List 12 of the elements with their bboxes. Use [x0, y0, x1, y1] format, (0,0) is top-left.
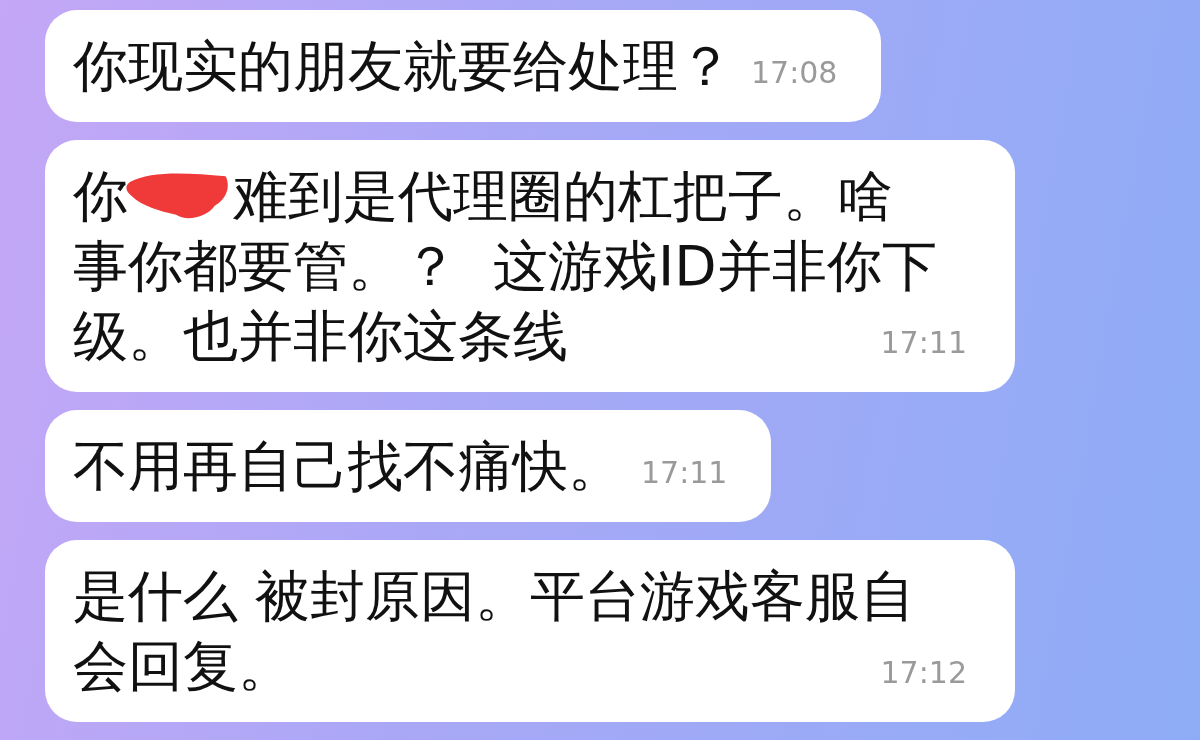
message-time: 17:08: [750, 54, 838, 92]
message-time: 17:11: [640, 454, 728, 492]
message-text: 难到是代理圈的杠把子。啥: [232, 163, 893, 230]
message-text: 会回复。: [73, 633, 293, 700]
message-time: 17:11: [879, 324, 967, 362]
message-text: 你: [73, 163, 128, 230]
message-time: 17:12: [879, 654, 967, 692]
message-text: 事你都要管。？ 这游戏ID并非你下: [73, 233, 937, 300]
message-text: 不用再自己找不痛快。: [73, 433, 623, 500]
message-text: 你现实的朋友就要给处理？: [73, 33, 733, 100]
message-text: 是什么 被封原因。平台游戏客服自: [73, 563, 916, 630]
message-text: 级。也并非你这条线: [73, 303, 568, 370]
